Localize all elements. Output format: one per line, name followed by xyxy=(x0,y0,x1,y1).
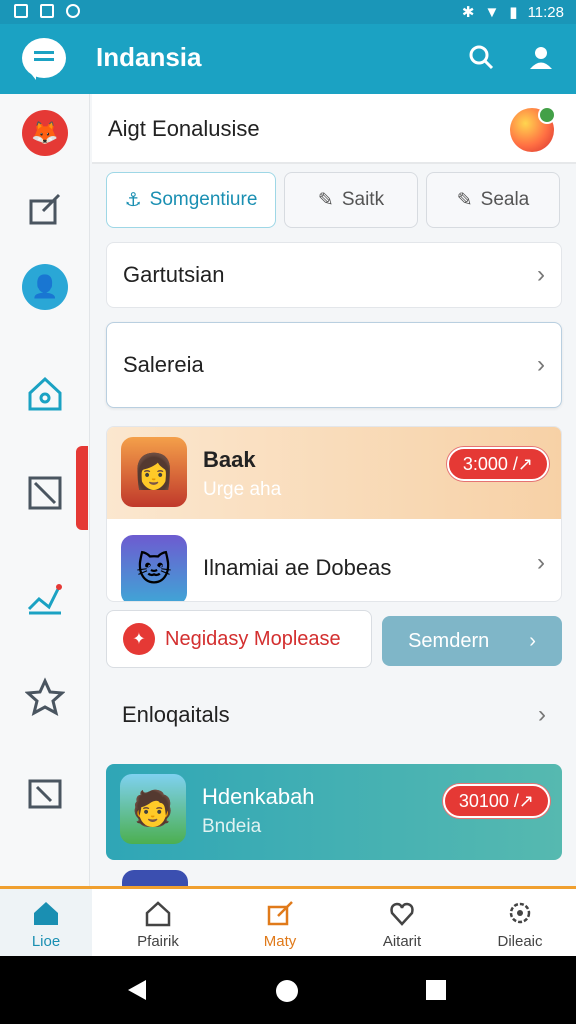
house-lock-icon xyxy=(28,376,62,411)
card-title: Hdenkabah xyxy=(202,784,315,809)
hand-icon: ⚓ xyxy=(124,189,142,211)
main-content: Aigt Eonalusise ⚓ Somgentiure ✎ Saitk ✎ … xyxy=(92,94,576,886)
nav-label: Aitarit xyxy=(382,932,422,950)
filter-chips: ⚓ Somgentiure ✎ Saitk ✎ Seala xyxy=(106,172,562,228)
list-item-gartutsian[interactable]: Gartutsian › xyxy=(106,242,562,308)
nav-label: Maty xyxy=(263,932,297,950)
status-bar: ✱ ▼ ▮ 11:28 xyxy=(0,0,576,24)
nav-dileaic[interactable]: Dileaic xyxy=(474,889,566,959)
card-item-title: Ilnamiai ae Dobeas xyxy=(203,555,392,580)
chart-icon xyxy=(27,584,62,615)
app-icon-dobeas[interactable]: 🐱 xyxy=(121,535,187,601)
list-item-enloqaitals[interactable]: Enloqaitals › xyxy=(106,684,562,746)
card-title: Baak xyxy=(203,447,256,472)
nav-label: Pfairik xyxy=(137,932,179,950)
nav-pfairik[interactable]: Pfairik xyxy=(112,889,204,959)
tools-icon xyxy=(28,476,62,510)
partial-app-icon xyxy=(122,870,188,886)
edit-icon xyxy=(29,193,61,225)
button-label: Negidasy Moplease xyxy=(165,627,341,650)
chip-saitk[interactable]: ✎ Saitk xyxy=(284,172,418,228)
profile-icon[interactable] xyxy=(528,44,554,77)
app-bar: Indansia xyxy=(0,24,576,94)
search-icon[interactable] xyxy=(468,44,494,77)
price-badge[interactable]: 3:000 /↗ xyxy=(446,447,549,481)
moplease-button[interactable]: ✦ Negidasy Moplease xyxy=(106,610,372,668)
app-card: 🧑 Hdenkabah Bndeia 30100 /↗ xyxy=(106,764,562,860)
system-nav-bar xyxy=(0,956,576,1024)
notification-icon xyxy=(66,4,80,18)
nav-label: Dileaic xyxy=(497,932,543,950)
semdern-button[interactable]: Semdern › xyxy=(382,616,562,666)
sidebar-item-fox[interactable]: 🦊 xyxy=(22,110,68,156)
edit-icon xyxy=(267,900,293,925)
gallery-icon xyxy=(40,4,54,18)
app-title: Indansia xyxy=(96,42,202,72)
chat-logo-icon[interactable] xyxy=(22,38,66,80)
export-icon xyxy=(28,779,62,809)
list-item-salereia[interactable]: Salereia › xyxy=(106,322,562,408)
price-badge[interactable]: 30100 /↗ xyxy=(442,784,550,818)
battery-icon: ▮ xyxy=(509,4,518,21)
content-header: Aigt Eonalusise xyxy=(92,94,576,164)
heart-icon xyxy=(390,902,414,926)
home-button-icon[interactable] xyxy=(276,980,298,1002)
action-row: ✦ Negidasy Moplease Semdern › xyxy=(106,610,562,668)
nav-home[interactable]: Lioe xyxy=(0,889,92,959)
house-outline-icon xyxy=(145,900,171,926)
badge-icon: ✦ xyxy=(123,623,155,655)
list-item-label: Salereia xyxy=(123,352,204,377)
sidebar: 🦊 👤 xyxy=(0,94,90,886)
nav-label: Lioe xyxy=(31,932,61,950)
button-label: Semdern xyxy=(408,629,490,652)
card-subtitle: Bndeia xyxy=(202,816,262,837)
gear-icon xyxy=(509,902,531,923)
app-card: 👩 Baak Urge aha 3:000 /↗ 🐱 Ilnamiai ae D… xyxy=(106,426,562,602)
list-item-label: Gartutsian xyxy=(123,262,225,287)
status-time: 11:28 xyxy=(527,3,564,21)
sidebar-item-avatar[interactable]: 👤 xyxy=(22,264,68,310)
nav-aitarit[interactable]: Aitarit xyxy=(356,889,448,959)
chip-label: Seala xyxy=(480,189,530,210)
chevron-right-icon: › xyxy=(538,701,546,728)
recents-icon[interactable] xyxy=(426,980,446,1000)
signal-icon: ▼ xyxy=(484,3,500,21)
pin-icon: ✎ xyxy=(456,189,473,211)
chip-somgentiure[interactable]: ⚓ Somgentiure xyxy=(106,172,276,228)
chip-label: Saitk xyxy=(341,189,385,210)
sidebar-item-edit[interactable] xyxy=(22,186,68,232)
sidebar-item-chart[interactable] xyxy=(22,574,68,620)
bottom-nav: Lioe Pfairik Maty Aitarit Dileaic xyxy=(0,886,576,959)
star-icon xyxy=(25,677,65,716)
image-icon xyxy=(14,4,28,18)
sidebar-item-star[interactable] xyxy=(22,674,68,720)
chip-seala[interactable]: ✎ Seala xyxy=(426,172,560,228)
list-item-label: Enloqaitals xyxy=(122,702,230,727)
fox-icon: 🦊 xyxy=(31,120,59,145)
nav-maty[interactable]: Maty xyxy=(234,889,326,959)
sidebar-item-tools[interactable] xyxy=(22,470,68,516)
home-icon xyxy=(34,901,58,925)
avatar-icon: 👤 xyxy=(31,274,59,299)
card-subtitle: Urge aha xyxy=(203,479,282,500)
chevron-right-icon[interactable]: › xyxy=(537,549,545,577)
chevron-right-icon: › xyxy=(537,351,545,378)
sidebar-item-home-lock[interactable] xyxy=(22,370,68,416)
game-badge-icon[interactable] xyxy=(510,106,556,152)
sidebar-item-export[interactable] xyxy=(22,770,68,816)
chevron-right-icon: › xyxy=(537,261,545,288)
sidebar-active-indicator xyxy=(76,446,88,530)
app-icon-hdenkabah[interactable]: 🧑 xyxy=(120,774,186,844)
pin-icon: ✎ xyxy=(317,189,334,211)
back-icon[interactable] xyxy=(128,980,146,1000)
app-icon-baak[interactable]: 👩 xyxy=(121,437,187,507)
page-title: Aigt Eonalusise xyxy=(108,116,260,141)
chip-label: Somgentiure xyxy=(149,189,258,210)
chevron-right-icon: › xyxy=(529,629,536,652)
bluetooth-icon: ✱ xyxy=(461,4,475,21)
